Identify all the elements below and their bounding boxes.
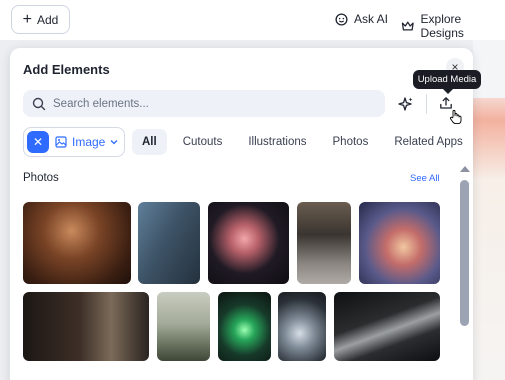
search-input[interactable] (53, 97, 353, 110)
mushroom-gills-photo[interactable] (23, 202, 131, 284)
tab-related-apps[interactable]: Related Apps (384, 129, 472, 155)
search-icon (32, 97, 46, 110)
category-tabs: All Cutouts Illustrations Photos Related… (132, 129, 473, 155)
image-filter-dropdown[interactable]: Image (55, 135, 118, 149)
teacup-photo[interactable] (297, 202, 351, 284)
scrollbar-thumb[interactable] (460, 180, 469, 326)
hand-cursor-icon (449, 109, 462, 125)
phone-closeup-photo[interactable] (334, 292, 440, 361)
sparkle-icon (398, 97, 413, 111)
add-elements-panel: Add Elements × ✕ Image (10, 48, 473, 380)
canvas-preview (473, 40, 505, 380)
pink-flower-photo[interactable] (208, 202, 289, 284)
piano-player-photo[interactable] (23, 292, 149, 361)
plus-icon: + (22, 10, 32, 28)
cloudy-sky-photo[interactable] (359, 202, 440, 284)
ai-generate-button[interactable] (396, 94, 416, 114)
explore-designs-label: Explore Designs (420, 12, 464, 40)
image-icon (55, 136, 67, 148)
smiley-icon (335, 12, 348, 26)
clear-filter-button[interactable]: ✕ (27, 131, 49, 153)
tab-illustrations[interactable]: Illustrations (238, 129, 316, 155)
glass-hand-photo[interactable] (278, 292, 326, 361)
tab-all[interactable]: All (132, 129, 167, 155)
man-with-phone-photo[interactable] (138, 202, 200, 284)
upload-icon (440, 97, 452, 109)
silhouette-landscape-photo[interactable] (157, 292, 210, 361)
top-toolbar: + Add Ask AI Explore Designs (0, 0, 505, 40)
crown-icon (401, 21, 414, 31)
ask-ai-button[interactable]: Ask AI (335, 12, 388, 26)
image-filter-label: Image (72, 135, 106, 149)
chevron-down-icon (110, 140, 118, 145)
explore-designs-button[interactable]: Explore Designs (401, 12, 505, 40)
toolbar-divider (426, 94, 427, 114)
tab-photos[interactable]: Photos (323, 129, 379, 155)
add-button[interactable]: + Add (11, 5, 70, 34)
tab-cutouts[interactable]: Cutouts (173, 129, 233, 155)
panel-title: Add Elements (23, 62, 110, 77)
ask-ai-label: Ask AI (354, 12, 389, 26)
scroll-up-icon[interactable] (460, 166, 470, 172)
add-button-label: Add (36, 12, 59, 27)
see-all-link[interactable]: See All (410, 173, 440, 184)
media-type-filter[interactable]: ✕ Image (23, 127, 125, 157)
search-bar (23, 90, 385, 117)
photos-section-title: Photos (23, 172, 59, 184)
green-sparkle-orb-photo[interactable] (218, 292, 271, 361)
upload-media-tooltip: Upload Media (413, 70, 481, 94)
